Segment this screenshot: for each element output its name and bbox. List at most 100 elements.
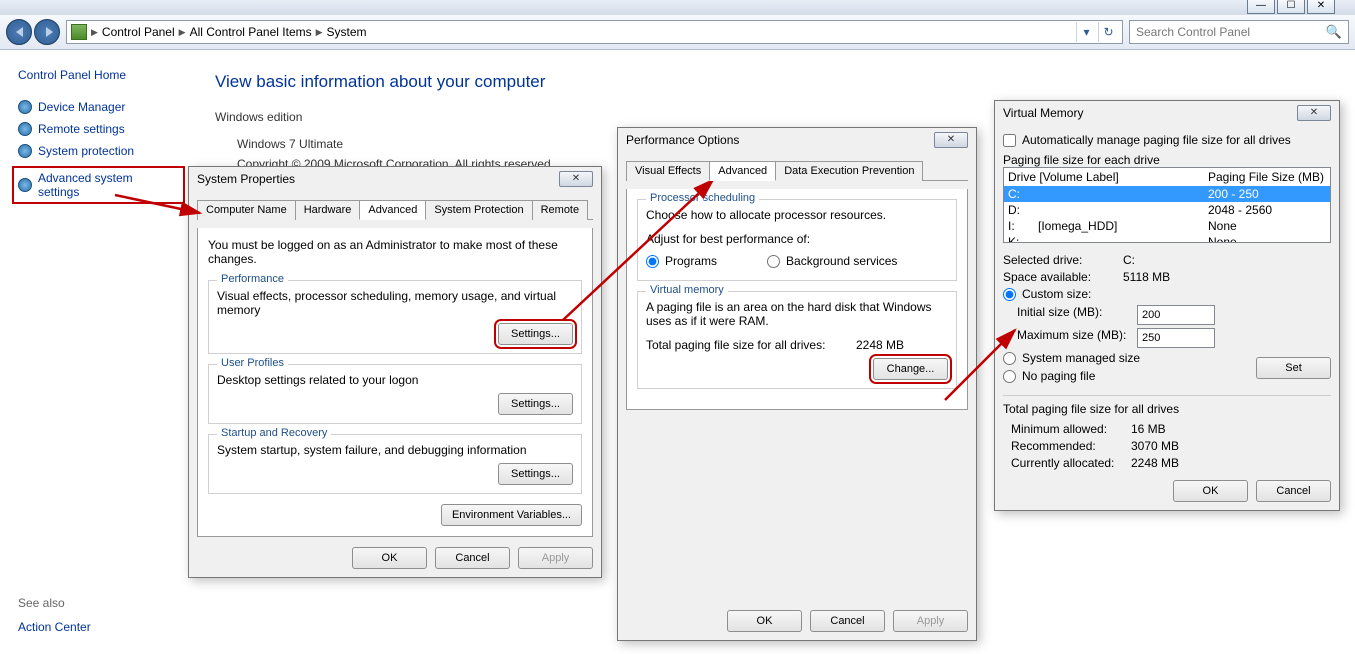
see-also-section: See also Action Center	[18, 596, 91, 634]
total-paging-label: Total paging file size for all drives:	[646, 338, 856, 352]
space-available-value: 5118 MB	[1123, 270, 1170, 284]
sidebar-item-remote-settings[interactable]: Remote settings	[18, 122, 185, 136]
see-also-label: See also	[18, 596, 91, 610]
group-legend: Performance	[217, 273, 288, 285]
window-titlebar: — ☐ ✕	[0, 0, 1355, 15]
radio-input[interactable]	[1003, 370, 1016, 383]
admin-note: You must be logged on as an Administrato…	[208, 238, 582, 266]
nav-back-button[interactable]	[6, 19, 32, 45]
ok-button[interactable]: OK	[352, 547, 427, 569]
radio-programs[interactable]: Programs	[646, 254, 717, 268]
radio-input[interactable]	[767, 255, 780, 268]
environment-variables-button[interactable]: Environment Variables...	[441, 504, 582, 526]
shield-icon	[18, 122, 32, 136]
startup-recovery-settings-button[interactable]: Settings...	[498, 463, 573, 485]
header-drive: Drive [Volume Label]	[1008, 170, 1208, 184]
sidebar-item-system-protection[interactable]: System protection	[18, 144, 185, 158]
user-profiles-settings-button[interactable]: Settings...	[498, 393, 573, 415]
ok-button[interactable]: OK	[727, 610, 802, 632]
breadcrumb-all[interactable]: All Control Panel Items	[190, 25, 312, 39]
maximize-button[interactable]: ☐	[1277, 0, 1305, 14]
radio-system-managed[interactable]: System managed size	[1003, 351, 1256, 365]
auto-manage-checkbox[interactable]: Automatically manage paging file size fo…	[1003, 133, 1331, 147]
radio-label: Programs	[665, 254, 717, 268]
cancel-button[interactable]: Cancel	[810, 610, 885, 632]
header-size: Paging File Size (MB)	[1208, 170, 1324, 184]
maximum-size-input[interactable]	[1137, 328, 1215, 348]
apply-button[interactable]: Apply	[893, 610, 968, 632]
tab-advanced[interactable]: Advanced	[709, 161, 776, 181]
initial-size-input[interactable]	[1137, 305, 1215, 325]
refresh-button[interactable]: ↻	[1098, 22, 1118, 42]
set-button[interactable]: Set	[1256, 357, 1331, 379]
nav-forward-button[interactable]	[34, 19, 60, 45]
min-allowed-label: Minimum allowed:	[1011, 422, 1131, 436]
close-icon[interactable]: ✕	[559, 171, 593, 187]
radio-input[interactable]	[1003, 288, 1016, 301]
checkbox-input[interactable]	[1003, 134, 1016, 147]
tab-computer-name[interactable]: Computer Name	[197, 200, 296, 220]
shield-icon	[18, 100, 32, 114]
chevron-right-icon: ▶	[179, 27, 186, 38]
sidebar-item-advanced-system-settings[interactable]: Advanced system settings	[12, 166, 185, 204]
performance-settings-button[interactable]: Settings...	[498, 323, 573, 345]
close-icon[interactable]: ✕	[1297, 105, 1331, 121]
radio-label: Background services	[786, 254, 897, 268]
scheduling-desc: Choose how to allocate processor resourc…	[646, 208, 948, 222]
shield-icon	[18, 178, 32, 192]
change-button[interactable]: Change...	[873, 358, 948, 380]
maximum-size-label: Maximum size (MB):	[1017, 328, 1137, 348]
cancel-button[interactable]: Cancel	[435, 547, 510, 569]
minimize-button[interactable]: —	[1247, 0, 1275, 14]
radio-label: System managed size	[1022, 351, 1140, 365]
ok-button[interactable]: OK	[1173, 480, 1248, 502]
system-properties-dialog: System Properties ✕ Computer Name Hardwa…	[188, 166, 602, 578]
chevron-right-icon: ▶	[316, 27, 323, 38]
breadcrumb-box[interactable]: ▶ Control Panel ▶ All Control Panel Item…	[66, 20, 1123, 44]
sidebar-item-label: Remote settings	[38, 122, 125, 136]
drive-list-row[interactable]: K:None	[1004, 234, 1330, 243]
tab-advanced[interactable]: Advanced	[359, 200, 426, 220]
drive-list-row[interactable]: C:200 - 250	[1004, 186, 1330, 202]
virtual-memory-dialog: Virtual Memory ✕ Automatically manage pa…	[994, 100, 1340, 511]
perfopt-tabs: Visual Effects Advanced Data Execution P…	[626, 160, 968, 181]
breadcrumb-dropdown-button[interactable]: ▾	[1076, 22, 1096, 42]
cancel-button[interactable]: Cancel	[1256, 480, 1331, 502]
drive-list-row[interactable]: D:2048 - 2560	[1004, 202, 1330, 218]
dialog-title: Virtual Memory	[1003, 106, 1083, 120]
control-panel-icon	[71, 24, 87, 40]
paging-list-label: Paging file size for each drive	[1003, 153, 1331, 167]
total-paging-label: Total paging file size for all drives	[1003, 402, 1331, 416]
drive-list[interactable]: Drive [Volume Label]Paging File Size (MB…	[1003, 167, 1331, 243]
drive-list-row[interactable]: I:[Iomega_HDD]None	[1004, 218, 1330, 234]
radio-custom-size[interactable]: Custom size:	[1003, 287, 1331, 301]
address-bar: ▶ Control Panel ▶ All Control Panel Item…	[0, 15, 1355, 50]
virtual-memory-group: Virtual memory A paging file is an area …	[637, 291, 957, 389]
dialog-titlebar: System Properties ✕	[189, 167, 601, 191]
startup-recovery-group: Startup and Recovery System startup, sys…	[208, 434, 582, 494]
radio-background-services[interactable]: Background services	[767, 254, 897, 268]
apply-button[interactable]: Apply	[518, 547, 593, 569]
tab-hardware[interactable]: Hardware	[295, 200, 361, 220]
radio-input[interactable]	[646, 255, 659, 268]
close-icon[interactable]: ✕	[934, 132, 968, 148]
control-panel-home-link[interactable]: Control Panel Home	[18, 68, 185, 82]
group-legend: Startup and Recovery	[217, 427, 331, 439]
chevron-right-icon: ▶	[91, 27, 98, 38]
radio-input[interactable]	[1003, 352, 1016, 365]
search-input[interactable]: Search Control Panel 🔍	[1129, 20, 1349, 44]
recommended-value: 3070 MB	[1131, 439, 1179, 453]
action-center-link[interactable]: Action Center	[18, 620, 91, 634]
radio-no-paging-file[interactable]: No paging file	[1003, 369, 1256, 383]
tab-visual-effects[interactable]: Visual Effects	[626, 161, 710, 181]
group-legend: Processor scheduling	[646, 192, 759, 204]
tab-remote[interactable]: Remote	[532, 200, 589, 220]
tab-dep[interactable]: Data Execution Prevention	[775, 161, 923, 181]
tab-system-protection[interactable]: System Protection	[425, 200, 532, 220]
user-profiles-group: User Profiles Desktop settings related t…	[208, 364, 582, 424]
dialog-titlebar: Performance Options ✕	[618, 128, 976, 152]
breadcrumb-cp[interactable]: Control Panel	[102, 25, 175, 39]
sidebar-item-device-manager[interactable]: Device Manager	[18, 100, 185, 114]
close-button[interactable]: ✕	[1307, 0, 1335, 14]
breadcrumb-system[interactable]: System	[327, 25, 367, 39]
